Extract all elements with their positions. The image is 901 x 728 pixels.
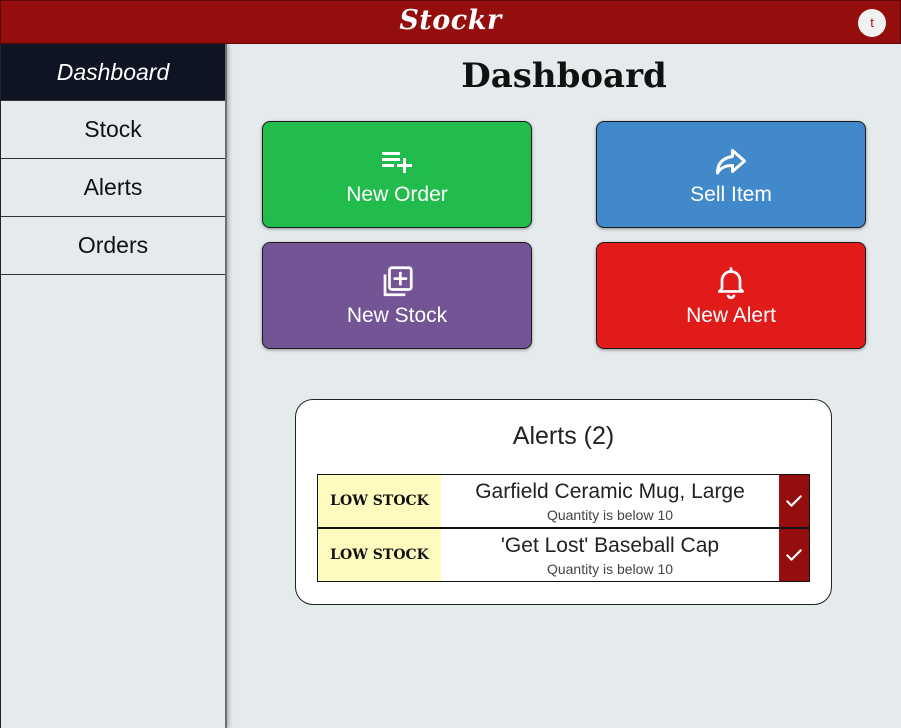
bell-icon xyxy=(717,266,745,299)
low-stock-badge: LOW STOCK xyxy=(318,475,441,527)
top-bar: Stockr t xyxy=(0,0,901,44)
check-icon xyxy=(786,495,802,507)
alert-item-name: 'Get Lost' Baseball Cap xyxy=(500,533,720,557)
page-title: Dashboard xyxy=(461,56,667,96)
new-alert-button[interactable]: New Alert xyxy=(596,242,866,349)
add-box-icon xyxy=(383,265,413,296)
dismiss-alert-button[interactable] xyxy=(779,529,809,581)
app-logo[interactable]: Stockr xyxy=(1,5,900,36)
alert-item-name: Garfield Ceramic Mug, Large xyxy=(475,479,745,503)
playlist-add-icon xyxy=(382,151,412,173)
sidebar-item-alerts[interactable]: Alerts xyxy=(1,159,225,217)
alerts-panel: Alerts (2) LOW STOCK Garfield Ceramic Mu… xyxy=(295,399,832,605)
alert-text: 'Get Lost' Baseball Cap Quantity is belo… xyxy=(441,529,779,581)
user-avatar[interactable]: t xyxy=(858,9,886,37)
alert-item-detail: Quantity is below 10 xyxy=(546,560,674,577)
alert-item: LOW STOCK Garfield Ceramic Mug, Large Qu… xyxy=(317,474,810,528)
sell-item-label: Sell Item xyxy=(690,182,772,206)
alert-item-detail: Quantity is below 10 xyxy=(546,506,674,523)
new-order-label: New Order xyxy=(346,182,448,206)
dismiss-alert-button[interactable] xyxy=(779,475,809,527)
sidebar-item-orders[interactable]: Orders xyxy=(1,217,225,275)
new-order-button[interactable]: New Order xyxy=(262,121,532,228)
sell-item-button[interactable]: Sell Item xyxy=(596,121,866,228)
sidebar: Dashboard Stock Alerts Orders xyxy=(0,44,227,728)
new-stock-button[interactable]: New Stock xyxy=(262,242,532,349)
share-arrow-icon xyxy=(716,148,746,174)
alerts-title: Alerts (2) xyxy=(512,422,615,450)
low-stock-badge: LOW STOCK xyxy=(318,529,441,581)
alert-item: LOW STOCK 'Get Lost' Baseball Cap Quanti… xyxy=(317,528,810,582)
alert-text: Garfield Ceramic Mug, Large Quantity is … xyxy=(441,475,779,527)
sidebar-item-stock[interactable]: Stock xyxy=(1,101,225,159)
new-stock-label: New Stock xyxy=(346,303,448,327)
sidebar-item-dashboard[interactable]: Dashboard xyxy=(1,44,225,101)
check-icon xyxy=(786,549,802,561)
new-alert-label: New Alert xyxy=(686,303,776,327)
